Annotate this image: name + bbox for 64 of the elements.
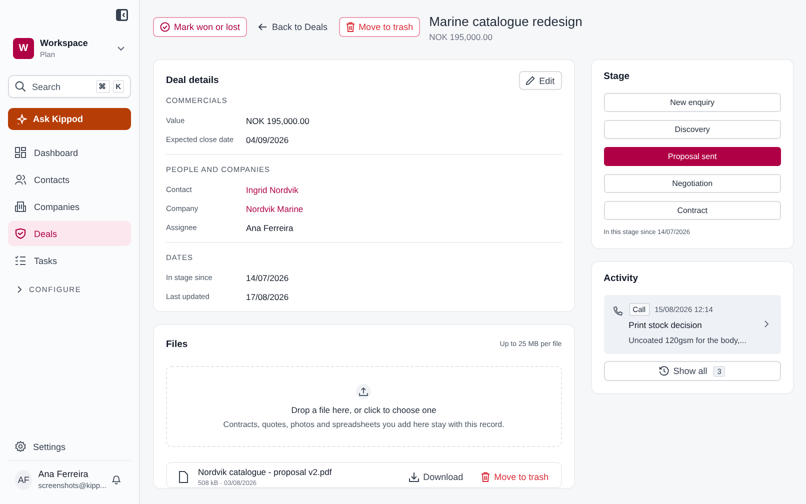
mark-won-or-lost-button[interactable]: Mark won or lost [153,17,248,37]
stage-option[interactable]: Discovery [604,120,781,139]
card-title: Files [166,339,188,350]
search-icon [15,81,26,92]
card-title: Activity [604,273,639,284]
sidebar-item[interactable]: Dashboard [8,140,131,165]
pencil-icon [526,76,536,85]
stage-option[interactable]: Proposal sent [604,147,781,166]
field-value-link[interactable]: Nordvik Marine [246,204,304,214]
phone-icon [612,306,623,316]
upload-icon [356,384,372,399]
file-name: Nordvik catalogue - proposal v2.pdf [198,467,333,477]
field-value: 17/08/2026 [246,292,289,302]
settings-link[interactable]: Settings [8,441,131,461]
user-name: Ana Ferreira [38,469,90,479]
sidebar-item[interactable]: Contacts [8,167,131,192]
grid-icon [15,147,26,158]
chevron-right-icon [764,320,769,328]
field-value: Ana Ferreira [246,222,294,232]
building-icon [15,201,26,212]
deal-value: NOK 195,000.00 [429,32,494,42]
field-value: 04/09/2026 [246,134,289,144]
trash-icon [346,22,355,32]
stage-option[interactable]: New enquiry [604,93,781,112]
workspace-logo: W [13,38,34,58]
settings-icon [15,441,26,452]
field-value-link[interactable]: Ingrid Nordvik [246,184,298,194]
download-icon [409,472,420,482]
deal-title: Marine catalogue redesign [429,14,582,29]
stage-option[interactable]: Negotiation [604,174,781,193]
user-avatar[interactable]: AF [15,470,32,490]
sidebar-collapse-icon[interactable] [116,9,128,21]
sidebar-item[interactable]: Companies [8,194,131,219]
field-value: NOK 195,000.00 [246,116,310,126]
move-to-trash-button[interactable]: Move to trash [338,17,420,37]
check-circle-icon [160,22,170,32]
document-icon [179,471,188,483]
chevron-icon [17,286,22,293]
stage-option[interactable]: Contract [604,201,781,220]
checklist-icon [15,255,26,266]
back-to-deals-link[interactable]: Back to Deals [256,17,330,37]
sparkle-icon [16,114,27,124]
people-icon [15,174,26,185]
activity-title: Print stock decision [628,320,703,330]
history-icon [659,366,670,376]
activity-summary: Uncoated 120gsm for the body,... [628,336,748,345]
dropzone-title: Drop a file here, or click to choose one [291,405,436,415]
dropzone-hint: Contracts, quotes, photos and spreadsheets you add here stay with this record. [223,420,504,429]
notification-bell-icon[interactable] [112,474,121,485]
chevron-down-icon [117,46,125,50]
sidebar-item[interactable]: Deals [8,221,131,246]
trash-icon [481,472,490,482]
edit-button[interactable]: Edit [519,71,562,90]
download-button[interactable]: Download [409,472,464,482]
card-title: Deal details [166,75,219,86]
card-title: Stage [604,71,631,82]
workspace-name: Workspace [40,38,89,48]
field-value: 14/07/2026 [246,272,289,282]
move-to-trash-button[interactable]: Move to trash [481,472,549,482]
deal-badge-icon [15,228,26,239]
ask-assistant-button[interactable]: Ask Kippod [8,108,131,130]
arrow-left-icon [258,23,268,31]
sidebar-item[interactable]: Tasks [8,248,131,273]
file-dropzone[interactable]: Drop a file here, or click to choose one Contracts, quotes, photos and spreadsheets you add here stay with this record. [166,366,562,447]
